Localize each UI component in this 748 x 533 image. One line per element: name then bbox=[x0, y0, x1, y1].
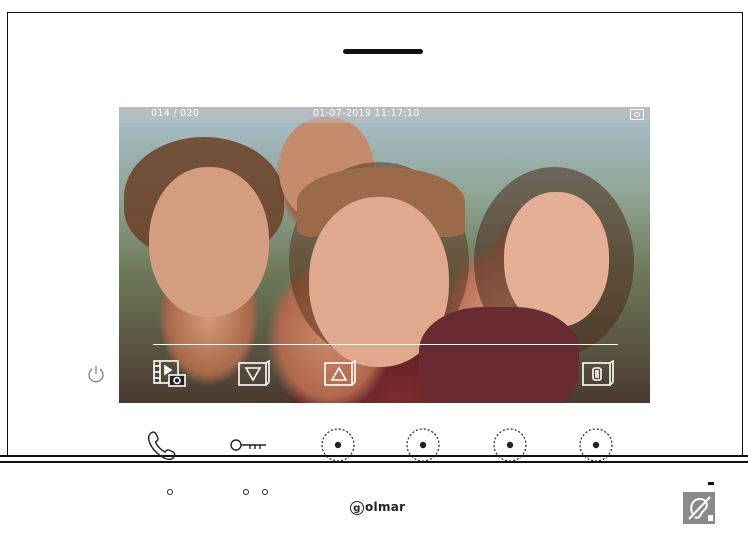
sd-card-icon bbox=[630, 109, 644, 120]
status-bar: 014 / 020 01-07-2019 11:17:10 bbox=[119, 107, 650, 123]
circle-button-icon[interactable] bbox=[490, 425, 530, 465]
brand-logo-letter: g bbox=[350, 501, 364, 515]
photo-region bbox=[149, 167, 269, 317]
speaker-slot bbox=[343, 49, 423, 54]
divider-bottom bbox=[0, 461, 748, 463]
photo-region bbox=[419, 307, 579, 403]
image-counter: 014 / 020 bbox=[151, 108, 200, 119]
brand-name: olmar bbox=[365, 500, 406, 514]
circle-button-icon[interactable] bbox=[403, 425, 443, 465]
circle-button-icon[interactable] bbox=[576, 425, 616, 465]
video-screen: 014 / 020 01-07-2019 11:17:10 bbox=[119, 107, 650, 403]
phone-icon[interactable] bbox=[143, 425, 183, 465]
circle-button-icon[interactable] bbox=[318, 425, 358, 465]
key-icon[interactable] bbox=[228, 425, 268, 465]
status-led bbox=[262, 489, 268, 495]
power-icon[interactable] bbox=[86, 364, 106, 384]
capture-datetime: 01-07-2019 11:17:10 bbox=[313, 108, 420, 119]
arrow-down-box-icon[interactable] bbox=[238, 359, 271, 387]
arrow-up-box-icon[interactable] bbox=[324, 359, 357, 387]
divider-tick bbox=[708, 482, 714, 485]
divider-top bbox=[0, 455, 748, 457]
status-led bbox=[167, 489, 173, 495]
brand-logo: g olmar bbox=[350, 500, 405, 515]
status-led bbox=[243, 489, 249, 495]
hearing-loop-icon bbox=[683, 492, 715, 524]
trash-icon[interactable] bbox=[582, 359, 615, 387]
film-camera-icon[interactable] bbox=[153, 360, 186, 387]
toolbar-separator bbox=[153, 344, 618, 345]
